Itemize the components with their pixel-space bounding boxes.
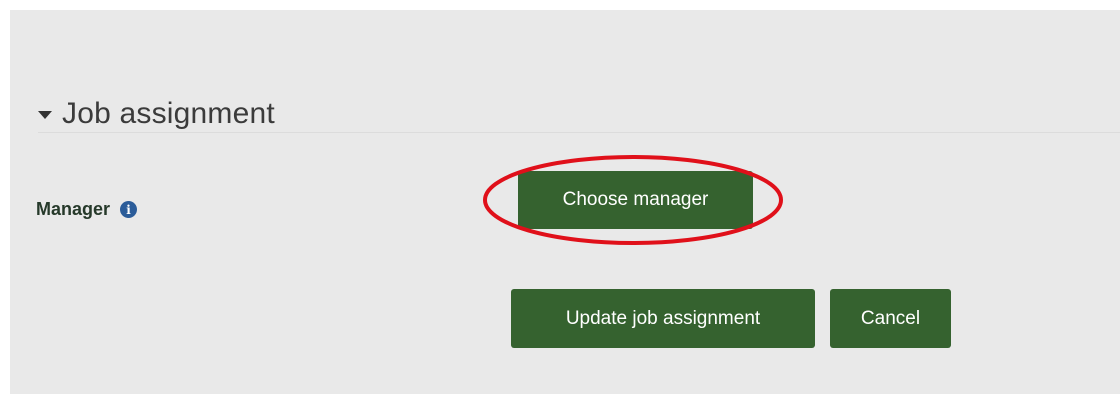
section-divider (38, 132, 1120, 133)
section-title: Job assignment (62, 97, 275, 130)
info-icon[interactable]: i (120, 201, 138, 218)
form-panel: Job assignment Manager i Choose manager … (10, 10, 1120, 394)
caret-down-icon (38, 111, 52, 119)
cancel-button[interactable]: Cancel (830, 289, 951, 348)
section-header-job-assignment[interactable]: Job assignment (38, 94, 275, 134)
update-job-assignment-button[interactable]: Update job assignment (511, 289, 815, 348)
choose-manager-button[interactable]: Choose manager (518, 171, 753, 229)
manager-label: Manager (36, 199, 111, 219)
manager-field-label: Manager i (36, 199, 138, 220)
